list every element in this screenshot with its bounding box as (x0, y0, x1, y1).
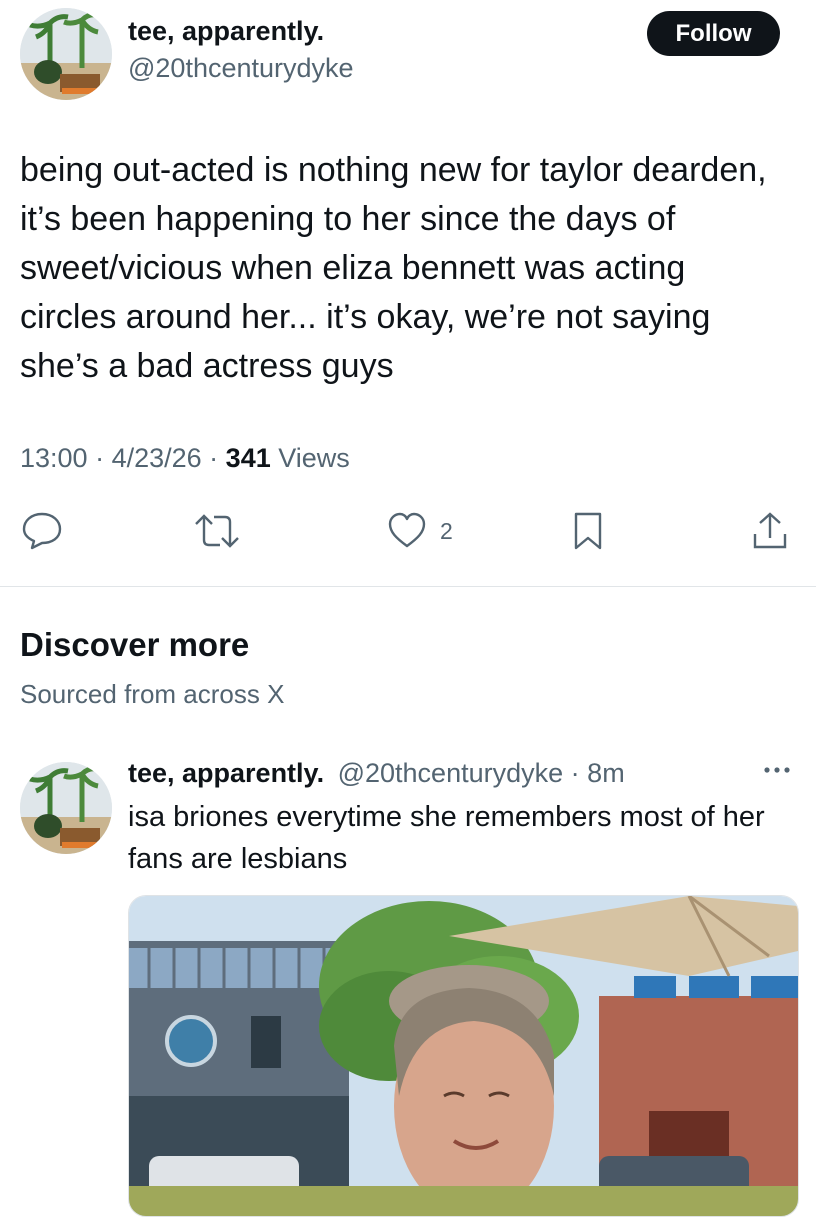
discover-subtitle: Sourced from across X (20, 679, 285, 709)
heart-icon (388, 512, 426, 548)
follow-button[interactable]: Follow (647, 11, 780, 56)
more-options-icon[interactable] (762, 760, 792, 780)
reply-button[interactable] (20, 510, 64, 552)
views-label: Views (270, 443, 350, 473)
share-icon (753, 512, 787, 549)
bookmark-button[interactable] (570, 510, 606, 552)
retweet-button[interactable] (190, 510, 244, 552)
bookmark-icon (574, 512, 602, 550)
post2-author-name[interactable]: tee, apparently. (128, 758, 324, 788)
tweet-text: being out-acted is nothing new for taylo… (20, 151, 767, 385)
share-button[interactable] (750, 510, 790, 552)
author-avatar[interactable] (20, 8, 112, 100)
post2-header: tee, apparently. @20thcenturydyke · 8m (128, 758, 625, 789)
post2-author-handle[interactable]: @20thcenturydyke (338, 758, 564, 788)
tweet-meta: 13:00 · 4/23/26 · 341 Views (20, 443, 350, 474)
meta-separator: · (87, 443, 112, 473)
like-count: 2 (440, 517, 453, 544)
views-count[interactable]: 341 (226, 443, 271, 474)
like-button[interactable]: 2 (386, 510, 453, 552)
author-name[interactable]: tee, apparently. (128, 16, 324, 47)
avatar-image (20, 762, 112, 854)
post2-text: isa briones everytime she remembers most… (128, 801, 765, 875)
author-handle[interactable]: @20thcenturydyke (128, 53, 354, 84)
post2-dot: · (570, 758, 580, 788)
retweet-icon (195, 514, 239, 548)
post2-media-image[interactable] (128, 895, 799, 1217)
avatar-image (20, 8, 112, 100)
post2-avatar[interactable] (20, 762, 112, 854)
discover-title: Discover more (20, 626, 250, 663)
reply-icon (22, 512, 62, 550)
tweet-date[interactable]: 4/23/26 (112, 443, 202, 474)
section-divider (0, 586, 816, 587)
tweet-time[interactable]: 13:00 (20, 443, 88, 474)
post2-age[interactable]: 8m (587, 758, 625, 788)
photo-illustration (129, 896, 798, 1216)
meta-separator: · (201, 443, 226, 473)
